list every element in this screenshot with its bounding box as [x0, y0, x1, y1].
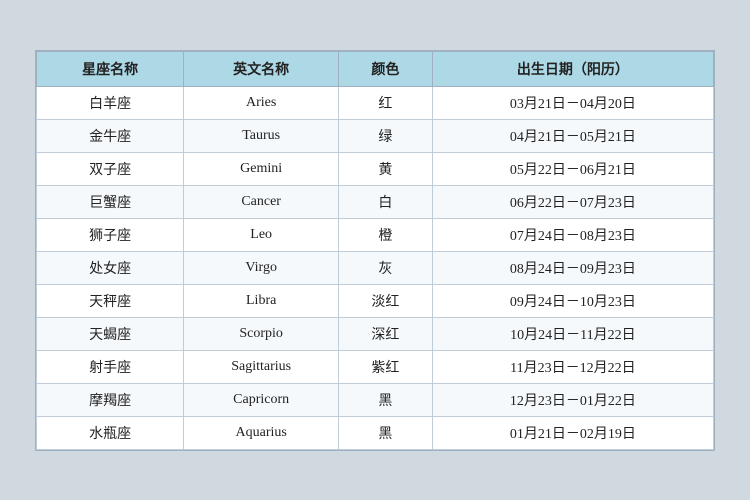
table-cell-8-3: 11月23日－12月22日	[432, 350, 713, 383]
table-cell-5-3: 08月24日－09月23日	[432, 251, 713, 284]
table-header-row: 星座名称英文名称颜色出生日期（阳历）	[37, 51, 714, 86]
zodiac-table: 星座名称英文名称颜色出生日期（阳历） 白羊座Aries红03月21日－04月20…	[36, 51, 714, 450]
zodiac-table-container: 星座名称英文名称颜色出生日期（阳历） 白羊座Aries红03月21日－04月20…	[35, 50, 715, 451]
table-cell-10-0: 水瓶座	[37, 416, 184, 449]
table-row: 狮子座Leo橙07月24日－08月23日	[37, 218, 714, 251]
table-cell-1-3: 04月21日－05月21日	[432, 119, 713, 152]
table-cell-3-2: 白	[339, 185, 433, 218]
table-cell-5-1: Virgo	[184, 251, 339, 284]
table-header-2: 颜色	[339, 51, 433, 86]
table-row: 射手座Sagittarius紫红11月23日－12月22日	[37, 350, 714, 383]
table-header-0: 星座名称	[37, 51, 184, 86]
table-cell-4-1: Leo	[184, 218, 339, 251]
table-cell-9-2: 黑	[339, 383, 433, 416]
table-cell-7-1: Scorpio	[184, 317, 339, 350]
table-cell-5-0: 处女座	[37, 251, 184, 284]
table-cell-10-3: 01月21日－02月19日	[432, 416, 713, 449]
table-cell-4-0: 狮子座	[37, 218, 184, 251]
table-cell-9-3: 12月23日－01月22日	[432, 383, 713, 416]
table-cell-1-2: 绿	[339, 119, 433, 152]
table-row: 金牛座Taurus绿04月21日－05月21日	[37, 119, 714, 152]
table-cell-9-0: 摩羯座	[37, 383, 184, 416]
table-cell-8-1: Sagittarius	[184, 350, 339, 383]
table-row: 水瓶座Aquarius黑01月21日－02月19日	[37, 416, 714, 449]
table-cell-10-2: 黑	[339, 416, 433, 449]
table-cell-4-2: 橙	[339, 218, 433, 251]
table-row: 白羊座Aries红03月21日－04月20日	[37, 86, 714, 119]
table-cell-8-2: 紫红	[339, 350, 433, 383]
table-row: 天蝎座Scorpio深红10月24日－11月22日	[37, 317, 714, 350]
table-row: 双子座Gemini黄05月22日－06月21日	[37, 152, 714, 185]
table-row: 巨蟹座Cancer白06月22日－07月23日	[37, 185, 714, 218]
table-cell-3-3: 06月22日－07月23日	[432, 185, 713, 218]
table-cell-0-0: 白羊座	[37, 86, 184, 119]
table-cell-6-2: 淡红	[339, 284, 433, 317]
table-cell-1-1: Taurus	[184, 119, 339, 152]
table-row: 摩羯座Capricorn黑12月23日－01月22日	[37, 383, 714, 416]
table-cell-7-3: 10月24日－11月22日	[432, 317, 713, 350]
table-cell-7-2: 深红	[339, 317, 433, 350]
table-row: 天秤座Libra淡红09月24日－10月23日	[37, 284, 714, 317]
table-cell-3-1: Cancer	[184, 185, 339, 218]
table-cell-9-1: Capricorn	[184, 383, 339, 416]
table-cell-0-2: 红	[339, 86, 433, 119]
table-cell-0-3: 03月21日－04月20日	[432, 86, 713, 119]
table-cell-6-3: 09月24日－10月23日	[432, 284, 713, 317]
table-header-1: 英文名称	[184, 51, 339, 86]
table-header-3: 出生日期（阳历）	[432, 51, 713, 86]
table-cell-2-3: 05月22日－06月21日	[432, 152, 713, 185]
table-cell-4-3: 07月24日－08月23日	[432, 218, 713, 251]
table-cell-10-1: Aquarius	[184, 416, 339, 449]
table-cell-2-2: 黄	[339, 152, 433, 185]
table-cell-2-1: Gemini	[184, 152, 339, 185]
table-cell-6-1: Libra	[184, 284, 339, 317]
table-cell-1-0: 金牛座	[37, 119, 184, 152]
table-cell-0-1: Aries	[184, 86, 339, 119]
table-cell-6-0: 天秤座	[37, 284, 184, 317]
table-cell-2-0: 双子座	[37, 152, 184, 185]
table-cell-3-0: 巨蟹座	[37, 185, 184, 218]
table-body: 白羊座Aries红03月21日－04月20日金牛座Taurus绿04月21日－0…	[37, 86, 714, 449]
table-cell-7-0: 天蝎座	[37, 317, 184, 350]
table-cell-8-0: 射手座	[37, 350, 184, 383]
table-row: 处女座Virgo灰08月24日－09月23日	[37, 251, 714, 284]
table-cell-5-2: 灰	[339, 251, 433, 284]
